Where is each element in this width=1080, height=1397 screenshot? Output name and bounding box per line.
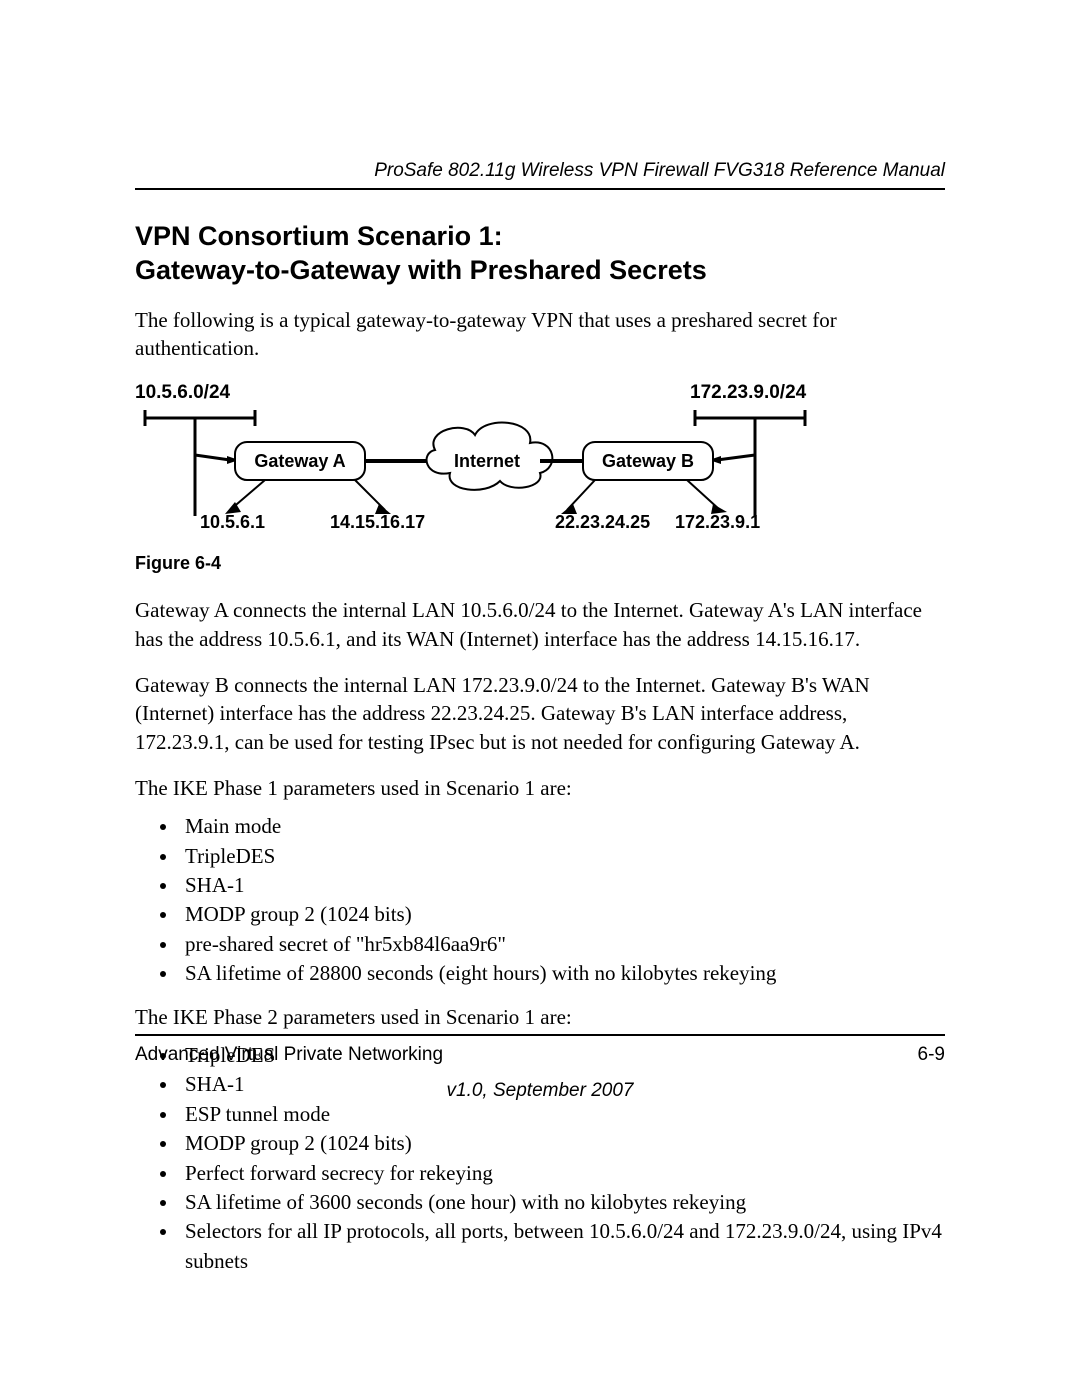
list-item: SA lifetime of 3600 seconds (one hour) w… xyxy=(179,1188,945,1217)
list-item: Main mode xyxy=(179,812,945,841)
list-item: pre-shared secret of "hr5xb84l6aa9r6" xyxy=(179,930,945,959)
net-b-label: 172.23.9.0/24 xyxy=(690,382,807,403)
phase1-intro: The IKE Phase 1 parameters used in Scena… xyxy=(135,774,945,802)
list-item: SA lifetime of 28800 seconds (eight hour… xyxy=(179,959,945,988)
internet-text: Internet xyxy=(454,451,520,471)
running-header: ProSafe 802.11g Wireless VPN Firewall FV… xyxy=(135,160,945,190)
gateway-a-text: Gateway A xyxy=(254,451,345,471)
phase2-intro: The IKE Phase 2 parameters used in Scena… xyxy=(135,1003,945,1031)
network-diagram: 10.5.6.0/24 172.23.9.0/24 Gateway A xyxy=(135,380,945,545)
list-item: ESP tunnel mode xyxy=(179,1100,945,1129)
gateway-b-text: Gateway B xyxy=(602,451,694,471)
section-title-line1: VPN Consortium Scenario 1: xyxy=(135,221,503,251)
list-item: Selectors for all IP protocols, all port… xyxy=(179,1217,945,1276)
list-item: MODP group 2 (1024 bits) xyxy=(179,900,945,929)
section-title-line2: Gateway-to-Gateway with Preshared Secret… xyxy=(135,255,707,285)
list-item: SHA-1 xyxy=(179,871,945,900)
footer-left: Advanced Virtual Private Networking xyxy=(135,1044,443,1066)
lan-a-ip: 10.5.6.1 xyxy=(200,512,265,532)
footer-version: v1.0, September 2007 xyxy=(135,1080,945,1102)
figure-caption: Figure 6-4 xyxy=(135,553,945,574)
wan-b-ip: 22.23.24.25 xyxy=(555,512,650,532)
list-item: Perfect forward secrecy for rekeying xyxy=(179,1159,945,1188)
section-title: VPN Consortium Scenario 1: Gateway-to-Ga… xyxy=(135,220,945,288)
document-page: ProSafe 802.11g Wireless VPN Firewall FV… xyxy=(0,0,1080,1397)
list-item: MODP group 2 (1024 bits) xyxy=(179,1129,945,1158)
gateway-a-paragraph: Gateway A connects the internal LAN 10.5… xyxy=(135,596,945,653)
phase1-list: Main mode TripleDES SHA-1 MODP group 2 (… xyxy=(135,812,945,988)
intro-paragraph: The following is a typical gateway-to-ga… xyxy=(135,306,945,363)
page-footer: Advanced Virtual Private Networking 6-9 … xyxy=(135,1034,945,1102)
list-item: TripleDES xyxy=(179,842,945,871)
net-a-label: 10.5.6.0/24 xyxy=(135,382,231,403)
page-number: 6-9 xyxy=(918,1044,945,1066)
lan-b-ip: 172.23.9.1 xyxy=(675,512,760,532)
gateway-b-paragraph: Gateway B connects the internal LAN 172.… xyxy=(135,671,945,756)
wan-a-ip: 14.15.16.17 xyxy=(330,512,425,532)
